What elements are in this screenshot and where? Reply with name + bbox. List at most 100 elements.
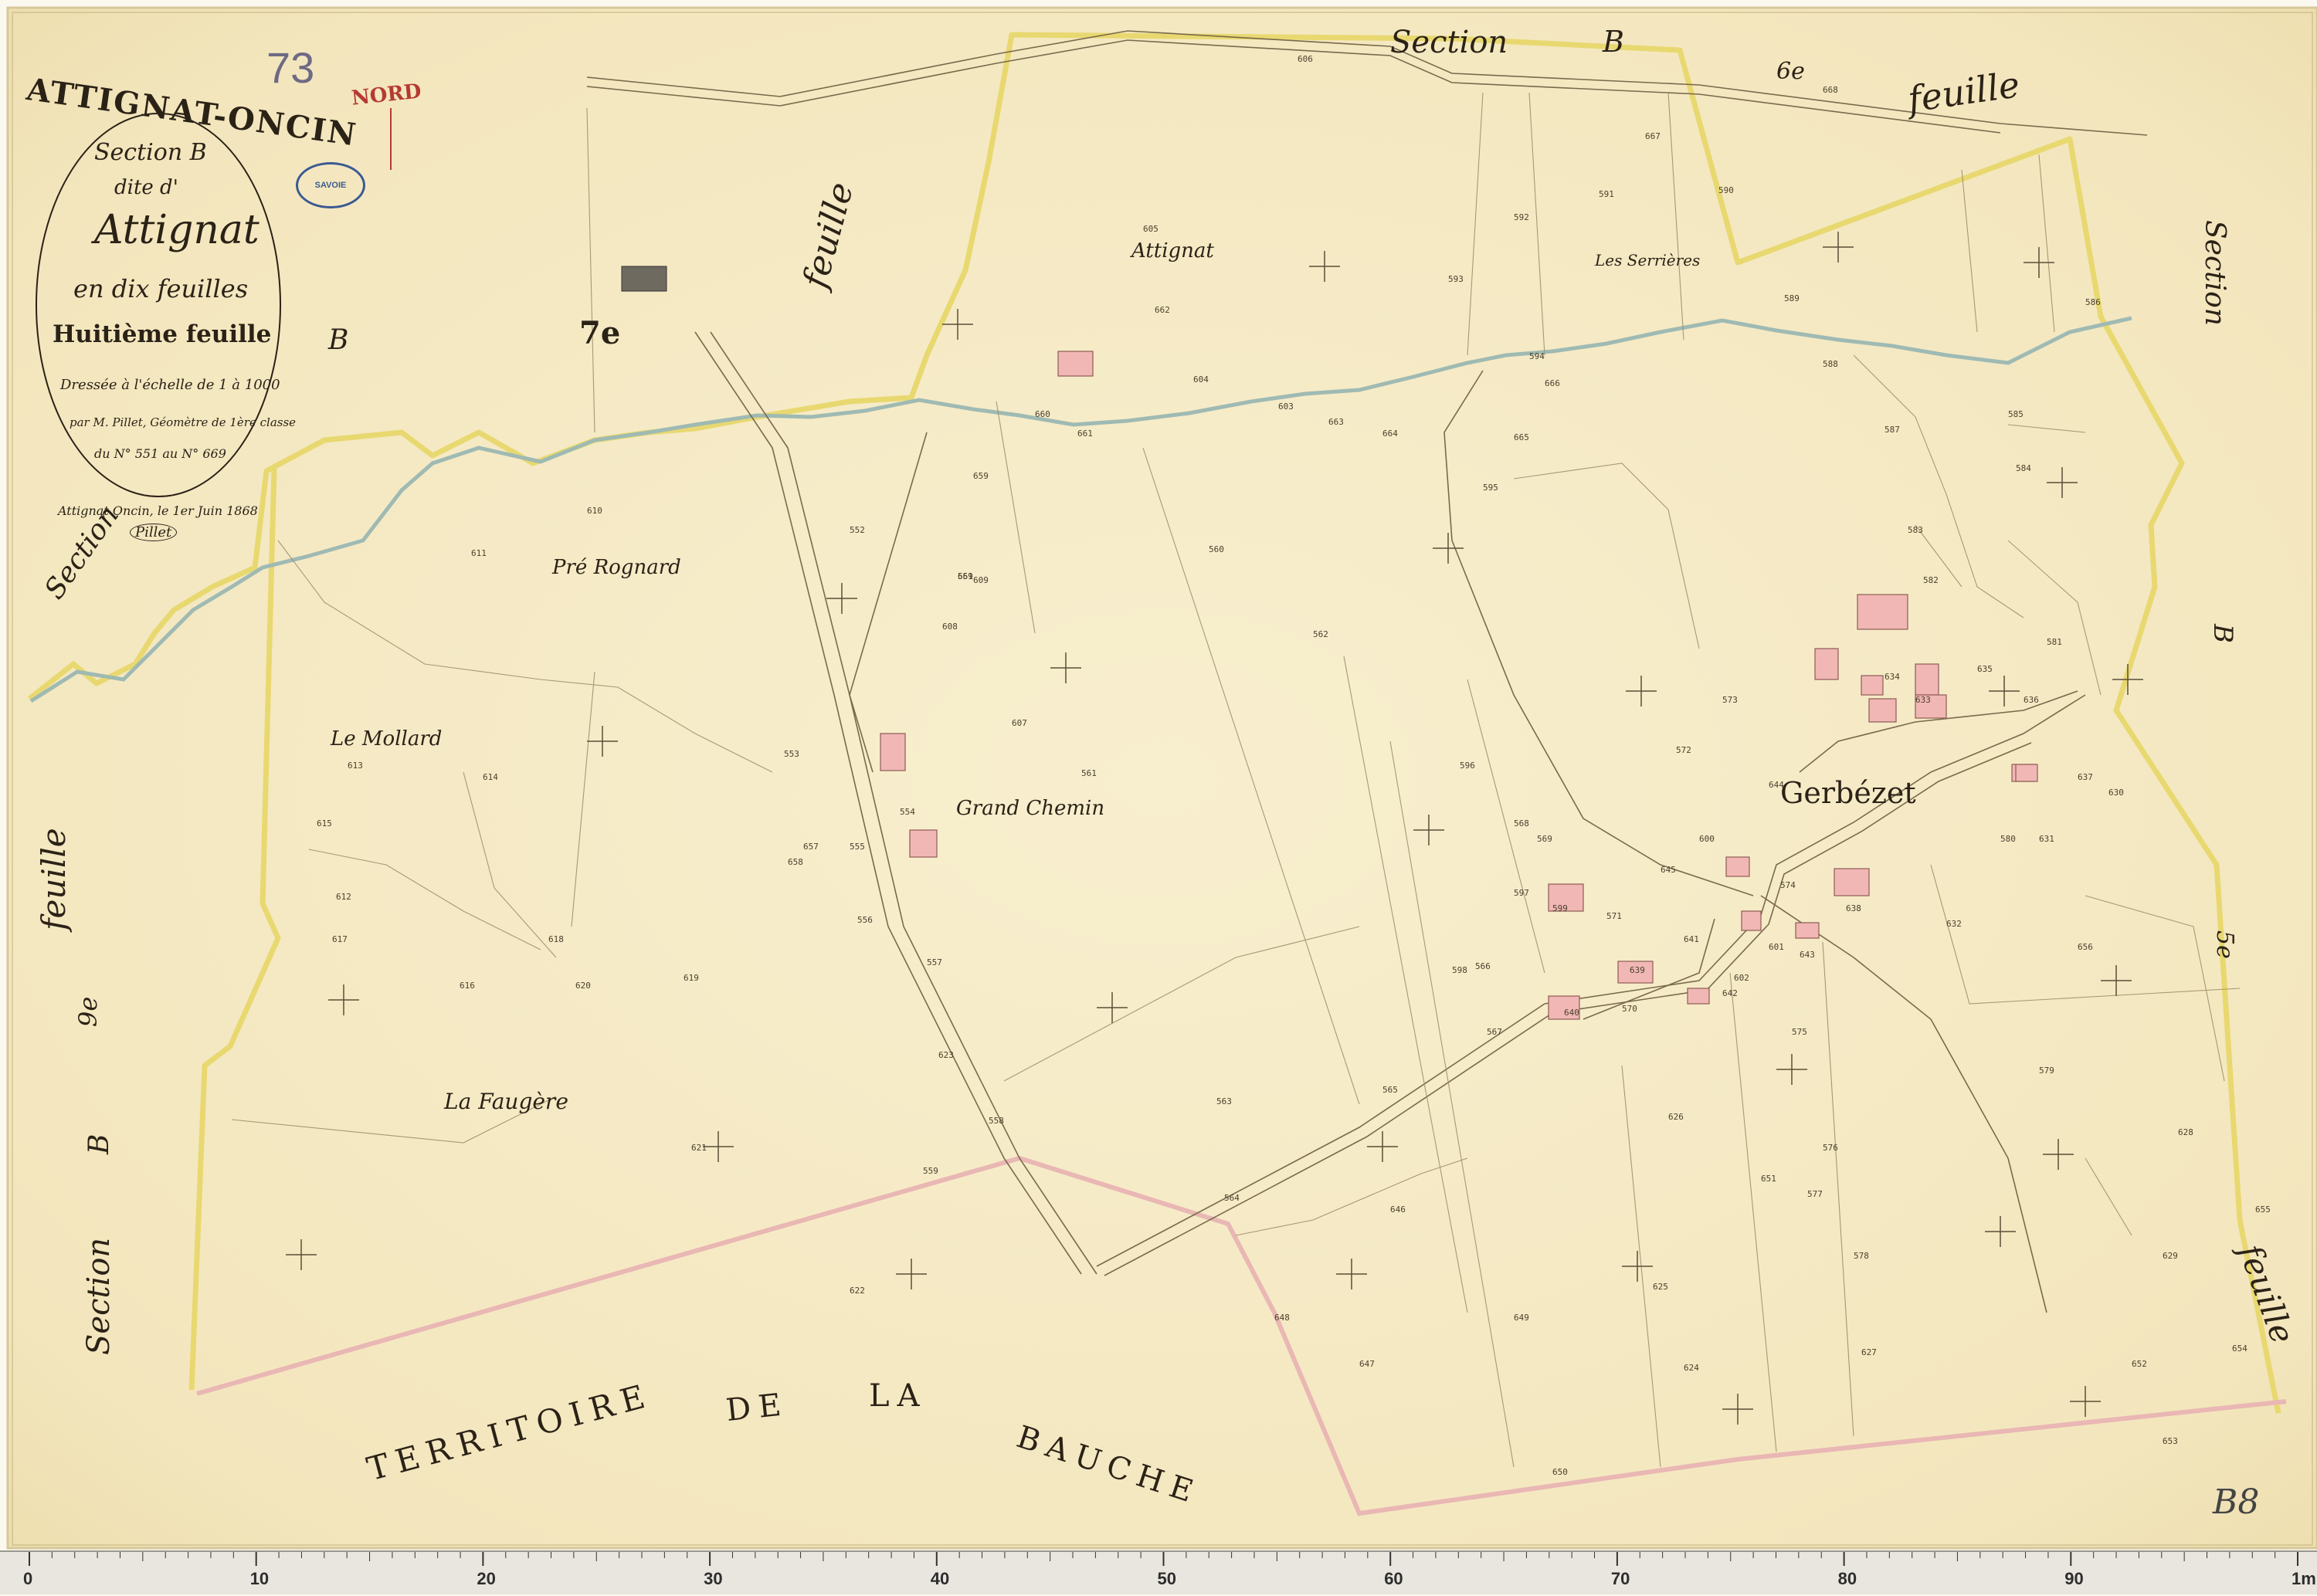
right-sheet-number: 5e	[2211, 930, 2238, 959]
building	[1795, 922, 1820, 939]
parcel-number: 558	[989, 1116, 1004, 1126]
place-attignat: Attignat	[1131, 239, 1214, 263]
ruler-label: 0	[23, 1569, 33, 1588]
parcel-number: 630	[2108, 788, 2124, 798]
parcel-number: 608	[942, 622, 958, 632]
parcel-number: 561	[1081, 768, 1097, 778]
parcel-number: 663	[1328, 417, 1344, 427]
parcel-number: 658	[788, 857, 803, 867]
top-section-label: Section	[1390, 25, 1508, 60]
parcel-number: 557	[927, 957, 942, 967]
hatched-building	[621, 266, 667, 292]
place-mollard: Le Mollard	[331, 727, 443, 751]
parcel-number: 657	[803, 842, 819, 852]
division-line: en dix feuilles	[73, 274, 249, 303]
archive-number: 73	[266, 43, 315, 92]
building	[1687, 988, 1710, 1005]
parcel-number: 553	[784, 749, 799, 759]
place-line: Attignat	[94, 207, 260, 253]
parcel-number: 648	[1274, 1313, 1290, 1323]
ruler-ticks	[29, 1552, 2298, 1566]
parcel-number: 626	[1668, 1112, 1684, 1122]
parcel-number: 622	[850, 1286, 865, 1296]
parcel-number: 585	[2008, 409, 2024, 419]
building	[880, 733, 906, 771]
section-line: Section B	[94, 139, 207, 166]
parcel-number: 566	[1475, 961, 1491, 971]
measuring-ruler: 0 10 20 30 40 50 60 70 80 90 1m	[0, 1550, 2317, 1594]
parcel-number: 605	[1143, 224, 1158, 234]
territoire-word-2: DE	[724, 1386, 791, 1429]
parcel-number: 620	[575, 981, 591, 991]
parcel-number: 587	[1884, 425, 1900, 435]
range-line: du N° 551 au N° 669	[94, 446, 226, 461]
parcel-number: 583	[1908, 525, 1923, 535]
cadastral-sheet: ATTIGNAT-ONCIN 73 NORD SAVOIE Section B …	[0, 0, 2317, 1594]
place-gerbezet: Gerbézet	[1780, 776, 1916, 810]
parcel-number: 600	[1699, 834, 1715, 844]
parcel-number: 662	[1155, 305, 1170, 315]
building	[2015, 764, 2038, 782]
parcel-number: 642	[1722, 988, 1738, 998]
parcel-number: 601	[1769, 942, 1784, 952]
stamp-text: SAVOIE	[314, 181, 347, 190]
parcel-number: 572	[1676, 745, 1691, 755]
ruler-label: 60	[1384, 1569, 1403, 1588]
scale-line: Dressée à l'échelle de 1 à 1000	[60, 377, 280, 393]
parcel-number: 556	[857, 915, 873, 925]
parcel-number: 664	[1382, 429, 1398, 439]
ruler-label: 80	[1837, 1569, 1857, 1588]
parcel-number: 565	[1382, 1085, 1398, 1095]
parcel-number: 578	[1854, 1251, 1869, 1261]
parcel-number: 599	[1552, 903, 1568, 913]
parcel-number: 639	[1630, 965, 1645, 975]
parcel-number: 567	[1487, 1027, 1502, 1037]
parcel-number: 602	[1734, 973, 1749, 983]
parcel-number: 617	[332, 934, 348, 944]
parcel-number: 643	[1800, 950, 1815, 960]
parcel-number: 606	[1298, 54, 1313, 64]
parcel-number: 631	[2039, 834, 2054, 844]
parcel-number: 666	[1545, 378, 1560, 388]
building	[1741, 910, 1762, 931]
parcel-number: 627	[1861, 1347, 1877, 1357]
right-section-label: Section	[2199, 220, 2230, 326]
parcel-number: 579	[2039, 1066, 2054, 1076]
parcel-number: 645	[1661, 865, 1676, 875]
parcel-number: 661	[1077, 429, 1093, 439]
parcel-number: 669	[958, 571, 973, 581]
parcel-number: 588	[1823, 359, 1838, 369]
parcel-number: 650	[1552, 1467, 1568, 1477]
parcel-number: 573	[1722, 695, 1738, 705]
top-section-letter: B	[1603, 25, 1624, 59]
parcel-number: 555	[850, 842, 865, 852]
parcel-number: 581	[2047, 637, 2062, 647]
parcel-number: 667	[1645, 131, 1661, 141]
parcel-number: 574	[1780, 880, 1796, 890]
parcel-number: 577	[1807, 1189, 1823, 1199]
parcel-number: 665	[1514, 432, 1529, 442]
parcel-number: 598	[1452, 965, 1467, 975]
parcel-number: 655	[2255, 1205, 2271, 1215]
parcel-number: 609	[973, 575, 989, 585]
parcel-number: 570	[1622, 1004, 1637, 1014]
signature: Pillet	[130, 524, 178, 541]
ruler-label: 70	[1610, 1569, 1630, 1588]
parcel-number: 586	[2085, 297, 2101, 307]
title-oval	[36, 113, 281, 497]
parcel-number: 623	[938, 1050, 954, 1060]
parcel-number: 559	[923, 1166, 938, 1176]
parcel-number: 640	[1564, 1008, 1579, 1018]
parcel-number: 612	[336, 892, 351, 902]
sheet-line: Huitième feuille	[53, 320, 272, 348]
parcel-number: 604	[1193, 374, 1209, 385]
ruler-label: 90	[2064, 1569, 2084, 1588]
left-section-bottom: Section	[81, 1237, 117, 1355]
building	[1814, 648, 1839, 680]
building	[1834, 868, 1870, 896]
place-pre-rognard: Pré Rognard	[552, 556, 681, 579]
surveyor-line: par M. Pillet, Géomètre de 1ère classe	[70, 415, 297, 429]
building	[1057, 351, 1094, 377]
parcel-number: 638	[1846, 903, 1861, 913]
parcel-number: 584	[2016, 463, 2031, 473]
